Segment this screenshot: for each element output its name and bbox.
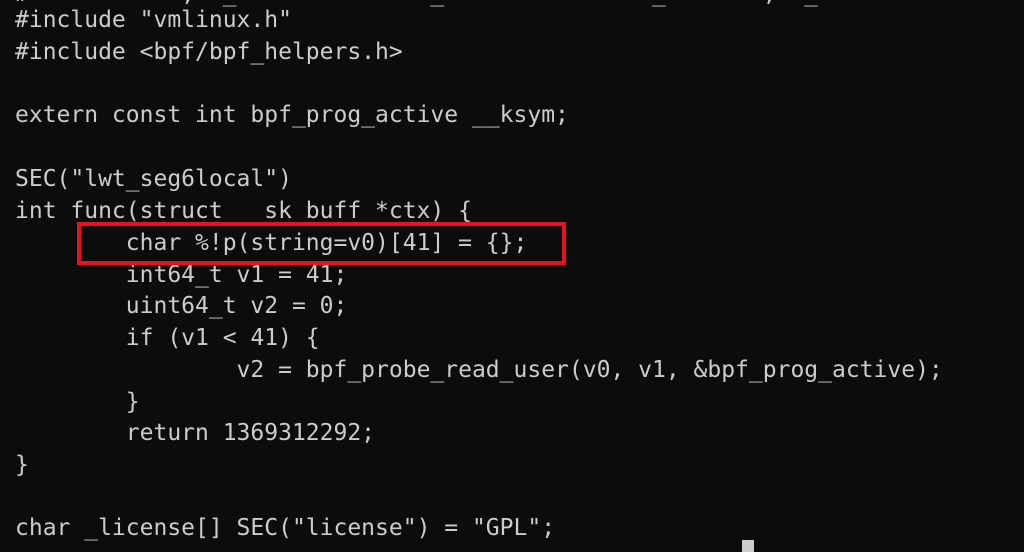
code-line-2: #include <bpf/bpf_helpers.h> <box>15 39 403 65</box>
red-highlight-box <box>77 222 566 265</box>
code-line-12: v2 = bpf_probe_read_user(v0, v1, &bpf_pr… <box>15 357 943 383</box>
code-line-11: if (v1 < 41) { <box>15 325 320 351</box>
code-line-15: } <box>15 452 29 478</box>
code-line-13: } <box>15 389 140 415</box>
code-line-4: extern const int bpf_prog_active __ksym; <box>15 102 569 128</box>
code-line-6: SEC("lwt_seg6local") <box>15 166 292 192</box>
code-line-17: char _license[] SEC("license") = "GPL"; <box>15 515 556 541</box>
terminal-window[interactable]: # - - - ; _ _ _ ; _ #include "vmlinux.h"… <box>0 0 1024 552</box>
code-line-14: return 1369312292; <box>15 420 376 446</box>
code-line-1: #include "vmlinux.h" <box>15 7 292 33</box>
terminal-cursor <box>742 540 754 552</box>
code-line-10: uint64_t v2 = 0; <box>15 293 348 319</box>
